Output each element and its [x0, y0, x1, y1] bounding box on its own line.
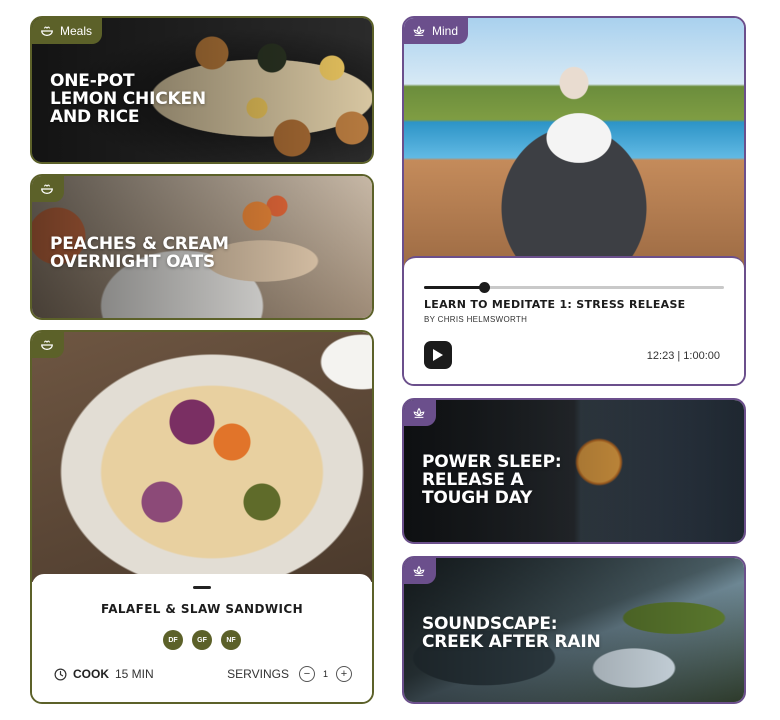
clock-icon	[54, 668, 67, 680]
session-title: POWER SLEEP: RELEASE A TOUGH DAY	[422, 452, 562, 508]
lotus-icon	[413, 407, 425, 418]
app-canvas: Meals ONE-POT LEMON CHICKEN AND RICE PEA…	[0, 0, 780, 720]
recipe-image	[32, 332, 372, 582]
recipe-card-lemon-chicken[interactable]: Meals ONE-POT LEMON CHICKEN AND RICE	[30, 16, 374, 164]
mind-tag	[404, 558, 436, 584]
drag-handle[interactable]	[193, 586, 211, 589]
servings: SERVINGS − 1 +	[227, 666, 352, 682]
cook-time-value: 15 MIN	[115, 667, 154, 681]
cook-label: COOK	[73, 667, 109, 681]
meals-tag: Meals	[32, 18, 103, 44]
servings-label: SERVINGS	[227, 667, 289, 681]
recipe-title: ONE-POT LEMON CHICKEN AND RICE	[50, 71, 206, 127]
progress-fill	[424, 286, 484, 289]
progress-handle[interactable]	[479, 282, 490, 293]
recipe-title: FALAFEL & SLAW SANDWICH	[100, 602, 304, 616]
mind-tag-label: Mind	[432, 24, 459, 38]
increment-button[interactable]: +	[336, 666, 352, 682]
track-time: 12:23 | 1:00:00	[646, 350, 720, 362]
mind-tag: Mind	[404, 18, 469, 44]
progress-track[interactable]	[424, 282, 724, 293]
recipe-card-falafel[interactable]: FALAFEL & SLAW SANDWICH DF GF NF COOK 15…	[30, 330, 374, 704]
track-title: LEARN TO MEDITATE 1: STRESS RELEASE	[424, 298, 686, 311]
recipe-meta: COOK 15 MIN SERVINGS − 1 +	[54, 666, 352, 682]
audio-player: LEARN TO MEDITATE 1: STRESS RELEASE BY C…	[404, 256, 744, 384]
bowl-icon	[41, 184, 53, 194]
diet-badge-df: DF	[163, 630, 183, 650]
track-author: BY CHRIS HELMSWORTH	[424, 315, 528, 324]
lotus-icon	[413, 565, 425, 576]
decrement-button[interactable]: −	[298, 666, 315, 682]
recipe-detail-panel: FALAFEL & SLAW SANDWICH DF GF NF COOK 15…	[32, 574, 372, 702]
diet-badge-gf: GF	[192, 630, 212, 650]
recipe-title: PEACHES & CREAM OVERNIGHT OATS	[50, 234, 229, 272]
play-icon	[433, 349, 443, 361]
bowl-icon	[41, 340, 53, 350]
diet-badge-nf: NF	[221, 630, 241, 650]
cook-time: COOK 15 MIN	[54, 667, 154, 681]
session-title: SOUNDSCAPE: CREEK AFTER RAIN	[422, 614, 601, 652]
meditation-image	[404, 18, 744, 272]
meditation-card[interactable]: Mind LEARN TO MEDITATE 1: STRESS RELEASE…	[402, 16, 746, 386]
diet-badges: DF GF NF	[32, 630, 372, 650]
sleep-card-power-sleep[interactable]: POWER SLEEP: RELEASE A TOUGH DAY	[402, 398, 746, 544]
servings-stepper: − 1 +	[298, 666, 352, 682]
play-button[interactable]	[424, 341, 452, 369]
meals-tag-label: Meals	[60, 24, 93, 38]
recipe-card-peaches-oats[interactable]: PEACHES & CREAM OVERNIGHT OATS	[30, 174, 374, 320]
lotus-icon	[413, 25, 425, 36]
bowl-icon	[41, 26, 53, 36]
servings-value: 1	[322, 669, 328, 679]
meals-tag	[32, 176, 64, 202]
mind-tag	[404, 400, 436, 426]
soundscape-card-creek[interactable]: SOUNDSCAPE: CREEK AFTER RAIN	[402, 556, 746, 704]
meals-tag	[32, 332, 64, 358]
